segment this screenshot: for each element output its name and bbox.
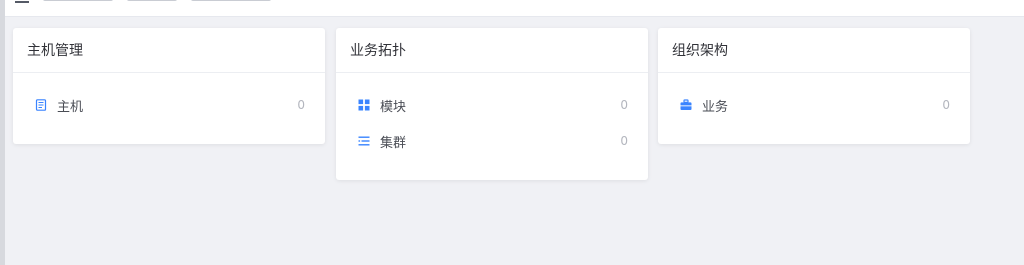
list-item-host[interactable]: 主机 0 — [13, 87, 325, 123]
list-item-label: 主机 — [57, 99, 84, 115]
list-item-count: 0 — [942, 98, 950, 112]
briefcase-icon — [680, 99, 692, 111]
list-indent-icon — [358, 135, 370, 147]
list-item-business[interactable]: 业务 0 — [658, 87, 970, 123]
document-list-icon — [35, 99, 47, 111]
card-title: 业务拓扑 — [336, 28, 648, 73]
grid-icon — [358, 99, 370, 111]
host-management-card: 主机管理 主机 0 — [13, 28, 325, 144]
list-item-count: 0 — [620, 98, 628, 112]
left-edge-border — [0, 0, 5, 265]
list-item-count: 0 — [297, 98, 305, 112]
card-title: 主机管理 — [13, 28, 325, 73]
list-item-cluster[interactable]: 集群 0 — [336, 123, 648, 159]
business-topology-card: 业务拓扑 模块 0 集群 0 — [336, 28, 648, 180]
list-item-count: 0 — [620, 134, 628, 148]
card-title: 组织架构 — [658, 28, 970, 73]
breadcrumb-segment[interactable] — [43, 0, 113, 1]
list-item-label: 业务 — [702, 99, 729, 115]
breadcrumb-segment[interactable] — [191, 0, 271, 1]
list-item-label: 模块 — [380, 99, 407, 115]
top-breadcrumb-bar — [5, 0, 1024, 17]
list-item-label: 集群 — [380, 135, 407, 151]
breadcrumb-segment[interactable] — [127, 0, 177, 1]
list-item-module[interactable]: 模块 0 — [336, 87, 648, 123]
organization-card: 组织架构 业务 0 — [658, 28, 970, 144]
menu-icon[interactable] — [15, 0, 29, 10]
